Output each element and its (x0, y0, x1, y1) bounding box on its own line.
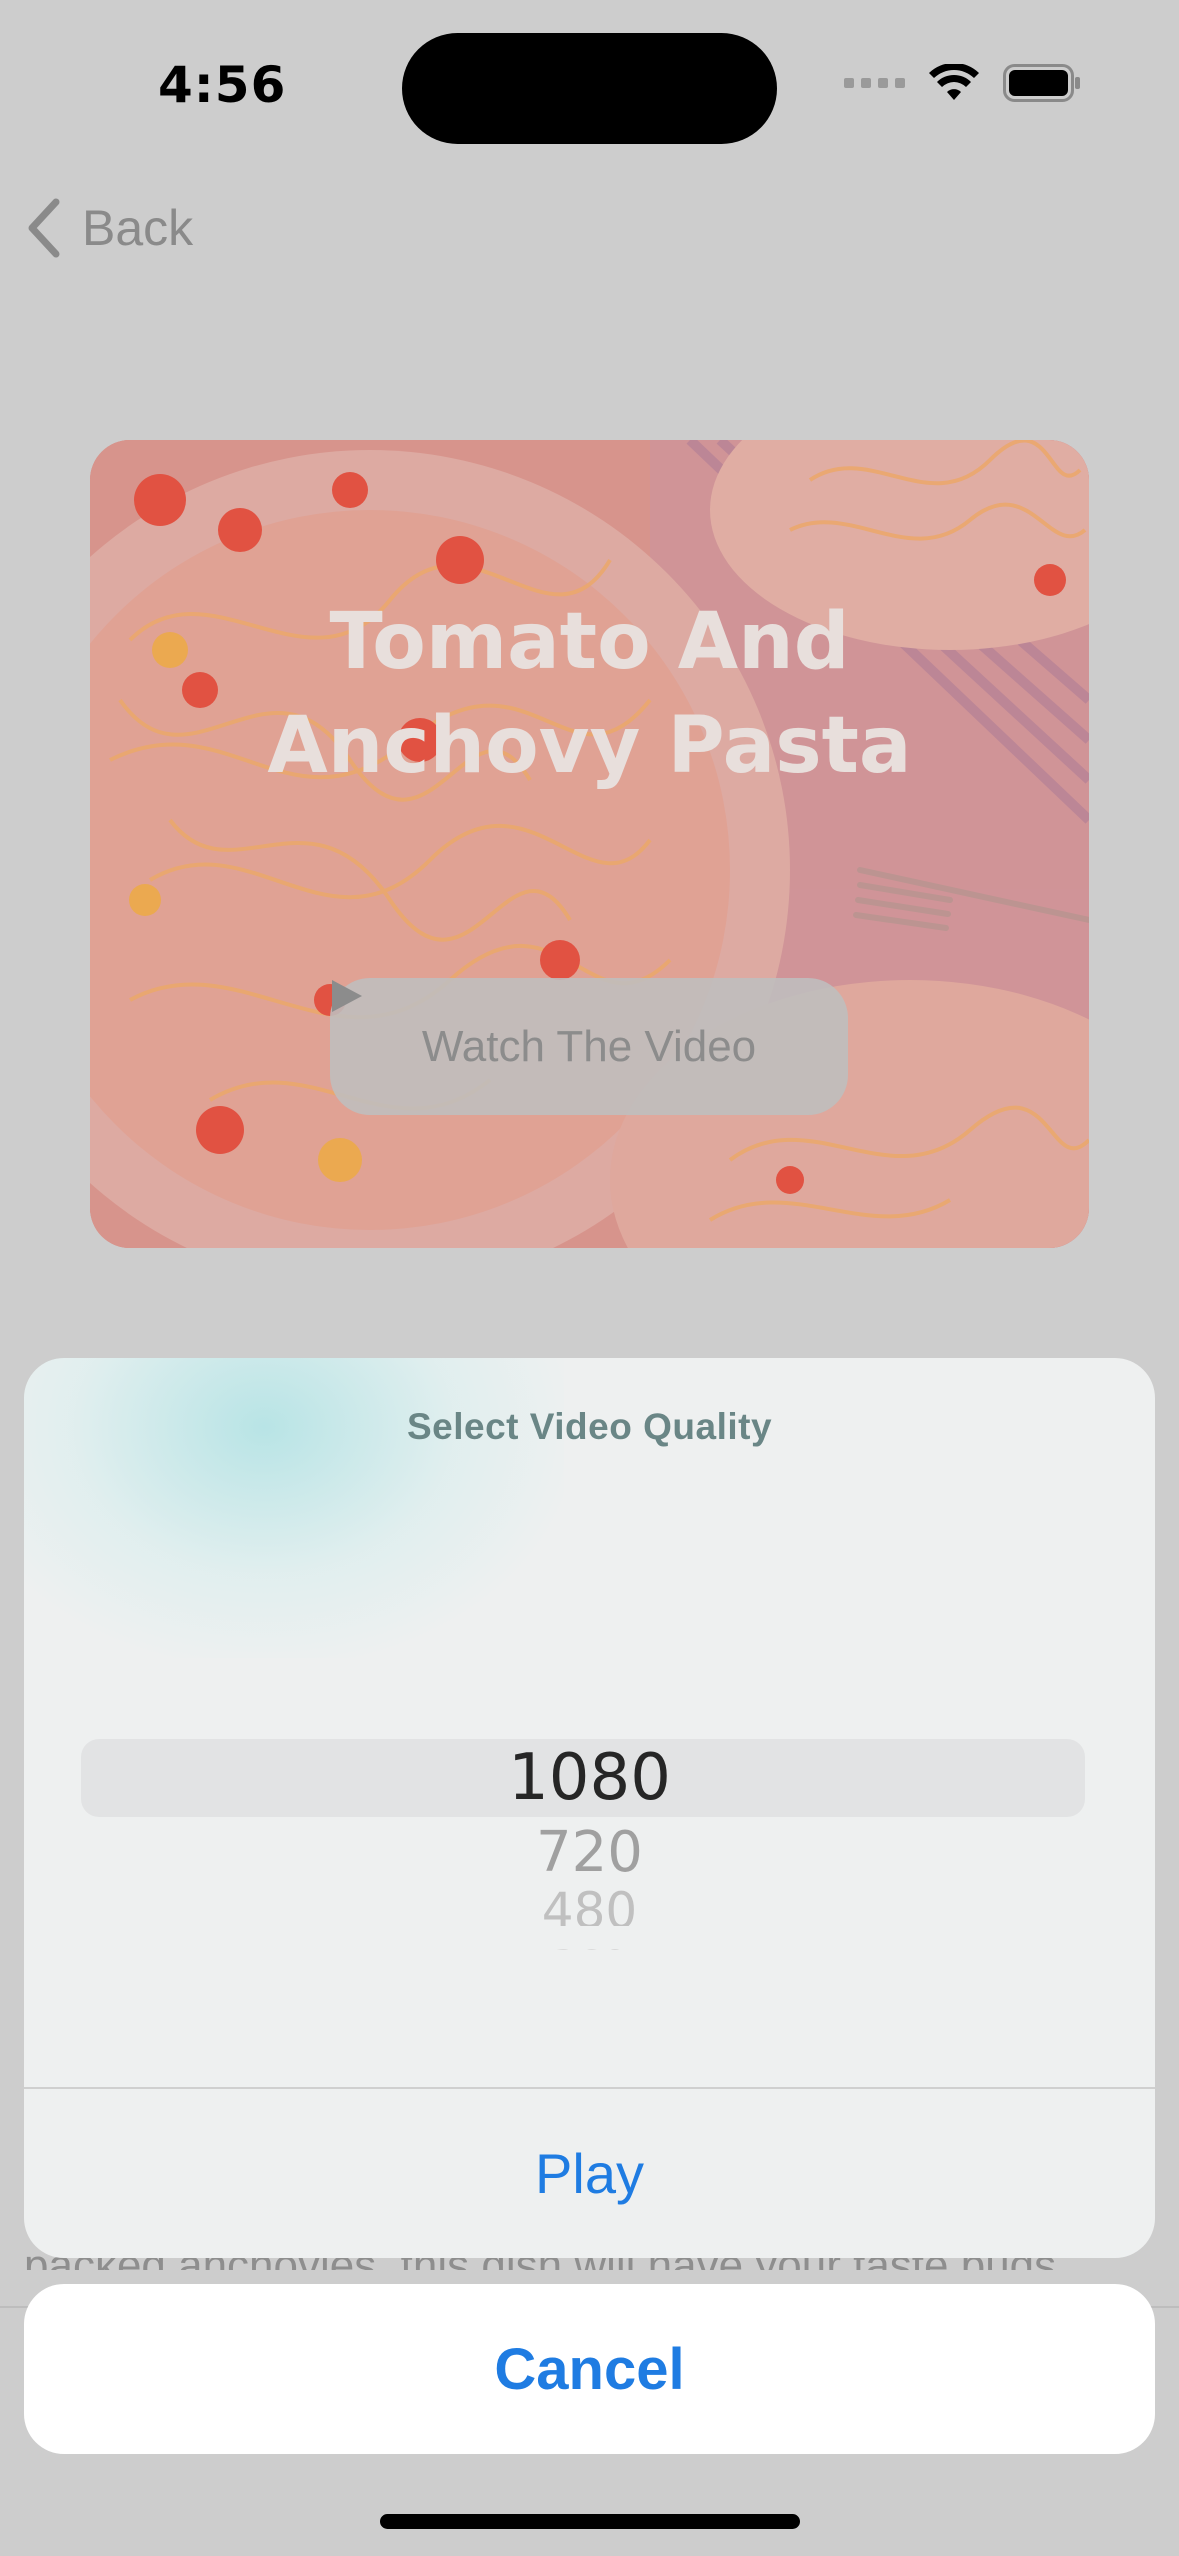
watch-video-label: Watch The Video (421, 1021, 757, 1071)
picker-option-480[interactable]: 480 (24, 1882, 1155, 1926)
back-label: Back (82, 200, 194, 256)
status-time: 4:56 (158, 56, 287, 114)
video-quality-sheet: Select Video Quality 1080 720 480 360 Pl… (24, 1358, 1155, 2258)
signal-dots-icon (844, 78, 905, 88)
cancel-button[interactable]: Cancel (24, 2284, 1155, 2454)
sheet-glow (24, 1358, 564, 1658)
play-button[interactable]: Play (24, 2089, 1155, 2258)
play-icon (332, 980, 362, 1012)
status-icons (844, 64, 1081, 102)
picker-option-360[interactable]: 360 (24, 1936, 1155, 1950)
back-button[interactable]: Back (24, 196, 193, 260)
recipe-title-line2: Anchovy Pasta (267, 701, 912, 791)
chevron-left-icon (28, 198, 60, 258)
sheet-title: Select Video Quality (406, 1406, 773, 1447)
pasta-photo (90, 440, 1089, 1248)
picker-option-720[interactable]: 720 (24, 1820, 1155, 1885)
wifi-icon (929, 64, 979, 100)
dynamic-island (402, 33, 777, 144)
battery-icon (1003, 64, 1080, 102)
recipe-hero-card: Tomato And Anchovy Pasta Watch The Video (90, 440, 1089, 1248)
watch-video-button[interactable]: Watch The Video (330, 978, 848, 1115)
recipe-title-line1: Tomato And (329, 597, 850, 687)
picker-option-1080[interactable]: 1080 (24, 1741, 1155, 1815)
home-indicator[interactable] (380, 2514, 800, 2529)
recipe-title: Tomato And Anchovy Pasta (90, 590, 1089, 798)
